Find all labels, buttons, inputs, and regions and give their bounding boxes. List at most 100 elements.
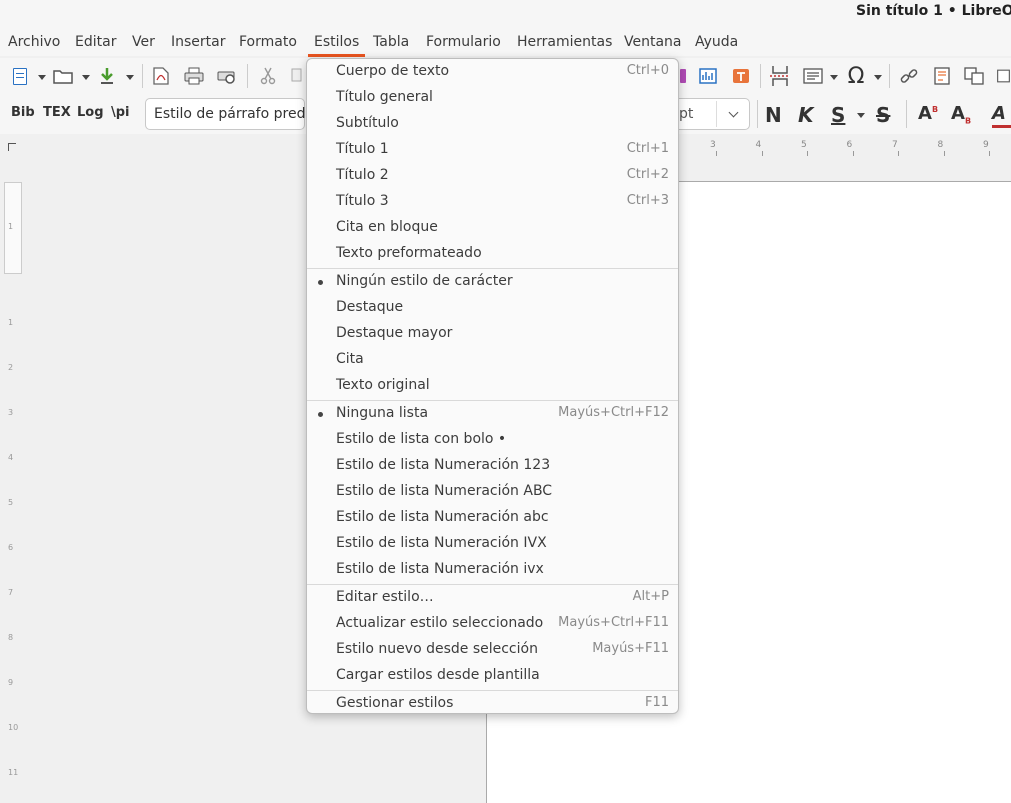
menu-item[interactable]: Texto original	[307, 373, 678, 399]
separator	[716, 101, 717, 127]
menu-item-label: Subtítulo	[336, 115, 399, 131]
menu-ventana[interactable]: Ventana	[624, 34, 682, 50]
font-color-button[interactable]: A	[992, 103, 1006, 124]
print-icon[interactable]	[183, 66, 205, 86]
menu-item[interactable]: Ningún estilo de carácter	[307, 269, 678, 295]
superscript-label: A	[918, 103, 932, 124]
menu-item[interactable]: Gestionar estilos F11	[307, 691, 678, 713]
menu-item[interactable]: Editar estilo… Alt+P	[307, 585, 678, 611]
insert-textbox-icon[interactable]	[730, 66, 752, 86]
underline-button[interactable]: S	[831, 103, 845, 127]
menu-item-label: Texto preformateado	[336, 245, 482, 261]
menu-formulario[interactable]: Formulario	[426, 34, 501, 50]
bold-button[interactable]: N	[765, 103, 782, 127]
menu-item[interactable]: Ninguna lista Mayús+Ctrl+F12	[307, 401, 678, 427]
menu-item[interactable]: Cargar estilos desde plantilla	[307, 663, 678, 689]
ruler-number: 7	[8, 588, 14, 597]
menu-item[interactable]: Destaque	[307, 295, 678, 321]
menu-ver[interactable]: Ver	[132, 34, 155, 50]
menu-item[interactable]: Estilo de lista Numeración 123	[307, 453, 678, 479]
superscript-button[interactable]: AB	[918, 103, 938, 124]
open-dropdown-icon[interactable]	[82, 75, 90, 80]
log-button[interactable]: Log	[77, 105, 104, 120]
special-char-dropdown-icon[interactable]	[874, 75, 882, 80]
menu-item[interactable]: Actualizar estilo seleccionado Mayús+Ctrl…	[307, 611, 678, 637]
hyperlink-icon[interactable]	[898, 66, 920, 86]
insert-field-icon[interactable]	[802, 66, 824, 86]
menu-item-shortcut: Ctrl+0	[626, 63, 669, 78]
menu-herramientas[interactable]: Herramientas	[517, 34, 612, 50]
menu-item-label: Editar estilo…	[336, 589, 434, 605]
ruler-tick-label: 7	[892, 140, 898, 150]
menu-item[interactable]: Título 2 Ctrl+2	[307, 163, 678, 189]
menu-item[interactable]: Cuerpo de texto Ctrl+0	[307, 59, 678, 85]
menu-item[interactable]: Título general	[307, 85, 678, 111]
new-document-icon[interactable]	[10, 66, 30, 86]
copy-icon[interactable]	[290, 66, 306, 86]
pi-button[interactable]: \pi	[111, 105, 130, 120]
tex-button[interactable]: TEX	[43, 105, 71, 120]
italic-button[interactable]: K	[798, 103, 814, 127]
menu-item-label: Estilo de lista Numeración ABC	[336, 483, 553, 499]
insert-cross-reference-icon[interactable]	[963, 66, 985, 86]
ruler-tick	[761, 151, 763, 156]
print-preview-icon[interactable]	[216, 66, 238, 86]
menu-item[interactable]: Destaque mayor	[307, 321, 678, 347]
menu-item[interactable]: Cita	[307, 347, 678, 373]
menu-tabla[interactable]: Tabla	[373, 34, 409, 50]
font-size-combobox[interactable]: pt	[672, 98, 750, 130]
insert-chart-icon[interactable]	[697, 66, 719, 86]
menu-item-label: Gestionar estilos	[336, 695, 454, 711]
paragraph-style-combobox[interactable]: Estilo de párrafo pred	[145, 98, 305, 130]
menu-archivo[interactable]: Archivo	[8, 34, 60, 50]
insert-page-break-icon[interactable]	[768, 64, 792, 88]
horizontal-ruler[interactable]: 3 4 5 6 7 8 9	[680, 140, 1011, 158]
menu-ayuda[interactable]: Ayuda	[695, 34, 738, 50]
insert-comment-icon[interactable]	[996, 66, 1011, 86]
menu-item-shortcut: Mayús+F11	[592, 641, 669, 656]
subscript-button[interactable]: AB	[951, 103, 971, 126]
menu-item[interactable]: Estilo de lista con bolo •	[307, 427, 678, 453]
save-icon[interactable]	[96, 65, 118, 87]
ruler-tick-label: 4	[755, 140, 762, 150]
underline-dropdown-icon[interactable]	[857, 113, 865, 118]
new-dropdown-icon[interactable]	[38, 75, 46, 80]
strikethrough-button[interactable]: S	[876, 103, 890, 127]
menu-item-label: Ninguna lista	[336, 405, 429, 421]
menu-insertar[interactable]: Insertar	[171, 34, 226, 50]
bibliography-button[interactable]: Bib	[11, 105, 35, 120]
export-pdf-icon[interactable]	[151, 66, 171, 86]
tab-stop-selector-icon[interactable]	[8, 143, 16, 151]
menu-editar[interactable]: Editar	[75, 34, 116, 50]
menu-item[interactable]: Estilo de lista Numeración ABC	[307, 479, 678, 505]
menu-item[interactable]: Estilo de lista Numeración IVX	[307, 531, 678, 557]
menu-item-label: Cita	[336, 351, 364, 367]
menu-item[interactable]: Estilo nuevo desde selección Mayús+F11	[307, 637, 678, 663]
menu-formato[interactable]: Formato	[239, 34, 297, 50]
ruler-number: 4	[8, 453, 14, 462]
menu-item[interactable]: Título 3 Ctrl+3	[307, 189, 678, 215]
menu-item-label: Cuerpo de texto	[336, 63, 450, 79]
menu-item[interactable]: Estilo de lista Numeración ivx	[307, 557, 678, 583]
menu-item[interactable]: Subtítulo	[307, 111, 678, 137]
menu-item[interactable]: Título 1 Ctrl+1	[307, 137, 678, 163]
chevron-down-icon[interactable]	[728, 107, 739, 118]
insert-footnote-icon[interactable]	[931, 66, 953, 86]
insert-image-icon[interactable]	[679, 68, 687, 84]
special-character-icon[interactable]: Ω	[843, 63, 869, 89]
ruler-tick	[943, 151, 945, 156]
separator	[889, 64, 890, 88]
vertical-ruler[interactable]: 1 1 2 3 4 5 6 7 8 9 10 11	[4, 182, 22, 802]
menu-item[interactable]: Cita en bloque	[307, 215, 678, 241]
font-size-value: pt	[679, 106, 694, 122]
save-dropdown-icon[interactable]	[126, 75, 134, 80]
field-dropdown-icon[interactable]	[830, 75, 838, 80]
menu-item-label: Destaque	[336, 299, 404, 315]
ruler-number: 11	[8, 768, 19, 777]
cut-icon[interactable]	[258, 66, 278, 86]
menu-estilos[interactable]: Estilos	[307, 34, 366, 57]
radio-bullet-icon	[318, 280, 323, 285]
open-folder-icon[interactable]	[52, 66, 74, 86]
menu-item[interactable]: Estilo de lista Numeración abc	[307, 505, 678, 531]
menu-item[interactable]: Texto preformateado	[307, 241, 678, 267]
